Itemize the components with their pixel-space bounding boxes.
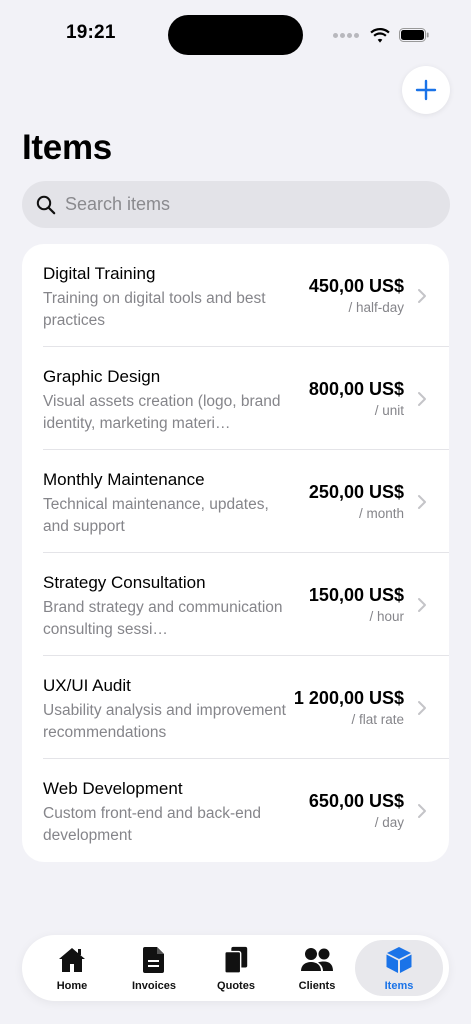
chevron-right-icon	[418, 495, 426, 509]
item-name: Monthly Maintenance	[43, 470, 205, 489]
document-icon	[143, 947, 164, 973]
tab-bar: Home Invoices Quotes Clients Items	[22, 935, 449, 1001]
item-unit: / month	[358, 506, 404, 521]
item-price: 800,00 US$	[308, 379, 404, 399]
status-icons	[333, 24, 429, 46]
tab-label: Clients	[298, 980, 336, 992]
item-row-digital-training[interactable]: Digital Training Training on digital too…	[43, 244, 449, 347]
items-list: Digital Training Training on digital too…	[22, 244, 449, 862]
tab-invoices[interactable]: Invoices	[110, 940, 198, 996]
search-input[interactable]	[65, 194, 405, 215]
item-price: 250,00 US$	[308, 482, 404, 502]
cellular-signal-icon	[333, 32, 359, 38]
chevron-right-icon	[418, 289, 426, 303]
item-description: Custom front-end and back-end developmen…	[43, 805, 261, 844]
item-name: UX/UI Audit	[43, 676, 131, 695]
status-bar: 19:21	[0, 0, 471, 70]
item-description: Technical maintenance, updates, and supp…	[43, 496, 269, 535]
chevron-right-icon	[418, 598, 426, 612]
item-name: Digital Training	[43, 264, 156, 283]
item-row-graphic-design[interactable]: Graphic Design Visual assets creation (l…	[43, 347, 449, 450]
item-row-strategy-consultation[interactable]: Strategy Consultation Brand strategy and…	[43, 553, 449, 656]
add-item-button[interactable]	[402, 66, 450, 114]
tab-clients[interactable]: Clients	[273, 940, 361, 996]
chevron-right-icon	[418, 392, 426, 406]
item-price: 650,00 US$	[308, 791, 404, 811]
tab-label: Invoices	[131, 980, 177, 992]
item-unit: / day	[374, 815, 404, 830]
item-price: 450,00 US$	[308, 276, 404, 296]
tab-label: Home	[56, 980, 88, 992]
item-description: Training on digital tools and best pract…	[43, 290, 266, 329]
tab-label: Items	[384, 980, 414, 992]
item-description: Brand strategy and communication consult…	[43, 599, 283, 638]
wifi-icon	[370, 27, 390, 43]
item-row-web-development[interactable]: Web Development Custom front-end and bac…	[43, 759, 449, 862]
people-icon	[301, 948, 333, 971]
battery-icon	[399, 28, 429, 42]
item-unit: / unit	[374, 403, 404, 418]
cube-icon	[386, 947, 412, 973]
tab-label: Quotes	[217, 980, 255, 992]
dynamic-island	[168, 15, 303, 55]
item-price: 150,00 US$	[308, 585, 404, 605]
tab-home[interactable]: Home	[28, 940, 116, 996]
page-title: Items	[22, 128, 112, 167]
item-price: 1 200,00 US$	[293, 688, 404, 708]
item-row-monthly-maintenance[interactable]: Monthly Maintenance Technical maintenanc…	[43, 450, 449, 553]
item-description: Usability analysis and improvement recom…	[43, 702, 286, 741]
plus-icon	[415, 79, 437, 101]
item-unit: / half-day	[348, 300, 404, 315]
tab-items[interactable]: Items	[355, 940, 443, 996]
item-description: Visual assets creation (logo, brand iden…	[43, 393, 281, 432]
item-name: Strategy Consultation	[43, 573, 206, 592]
chevron-right-icon	[418, 804, 426, 818]
search-icon	[36, 195, 56, 214]
item-unit: / hour	[369, 609, 404, 624]
status-time: 19:21	[66, 22, 116, 43]
item-name: Web Development	[43, 779, 183, 798]
search-bar[interactable]	[22, 181, 450, 228]
item-unit: / flat rate	[351, 712, 404, 727]
chevron-right-icon	[418, 701, 426, 715]
tab-quotes[interactable]: Quotes	[192, 940, 280, 996]
house-icon	[59, 948, 85, 972]
item-row-ux-ui-audit[interactable]: UX/UI Audit Usability analysis and impro…	[43, 656, 449, 759]
documents-icon	[224, 946, 248, 974]
item-name: Graphic Design	[43, 367, 161, 386]
